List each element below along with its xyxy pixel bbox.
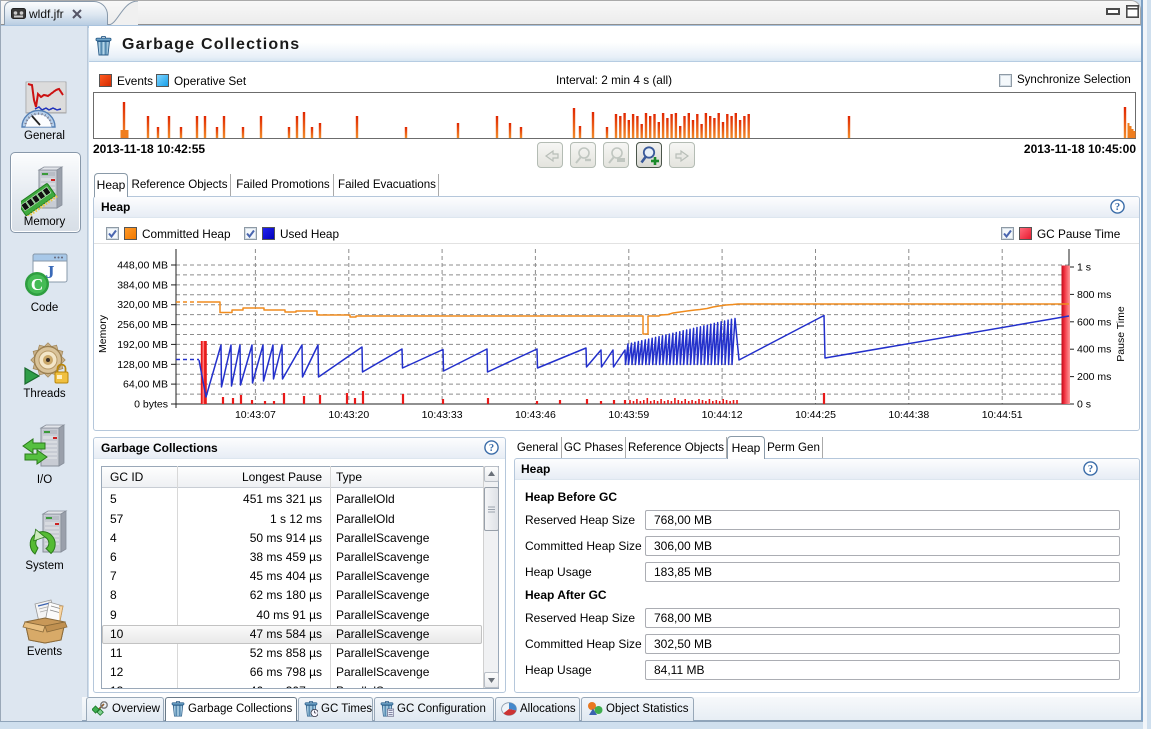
- svg-text:Memory: Memory: [97, 314, 109, 353]
- svg-text:10:43:33: 10:43:33: [422, 409, 463, 421]
- svg-text:?: ?: [1115, 202, 1120, 213]
- svg-text:0 bytes: 0 bytes: [134, 399, 168, 411]
- svg-text:10:44:51: 10:44:51: [982, 409, 1023, 421]
- svg-text:384,00 MB: 384,00 MB: [117, 279, 168, 291]
- svg-text:10:43:59: 10:43:59: [608, 409, 649, 421]
- svg-text:400 ms: 400 ms: [1077, 344, 1111, 356]
- svg-text:192,00 MB: 192,00 MB: [117, 339, 168, 351]
- svg-text:10:43:20: 10:43:20: [328, 409, 369, 421]
- svg-text:Pause Time: Pause Time: [1115, 306, 1127, 362]
- svg-text:?: ?: [489, 443, 494, 454]
- svg-text:320,00 MB: 320,00 MB: [117, 299, 168, 311]
- svg-text:?: ?: [1088, 464, 1093, 475]
- svg-text:600 ms: 600 ms: [1077, 316, 1111, 328]
- svg-text:10:44:12: 10:44:12: [702, 409, 743, 421]
- svg-text:10:43:07: 10:43:07: [235, 409, 276, 421]
- svg-text:448,00 MB: 448,00 MB: [117, 260, 168, 272]
- svg-text:128,00 MB: 128,00 MB: [117, 359, 168, 371]
- svg-text:0 s: 0 s: [1077, 399, 1091, 411]
- svg-text:10:44:38: 10:44:38: [888, 409, 929, 421]
- svg-text:10:44:25: 10:44:25: [795, 409, 836, 421]
- svg-text:1 s: 1 s: [1077, 262, 1091, 274]
- svg-text:256,00 MB: 256,00 MB: [117, 319, 168, 331]
- svg-text:64,00 MB: 64,00 MB: [123, 379, 168, 391]
- svg-text:800 ms: 800 ms: [1077, 289, 1111, 301]
- svg-text:200 ms: 200 ms: [1077, 371, 1111, 383]
- svg-text:C: C: [31, 275, 43, 294]
- svg-text:10:43:46: 10:43:46: [515, 409, 556, 421]
